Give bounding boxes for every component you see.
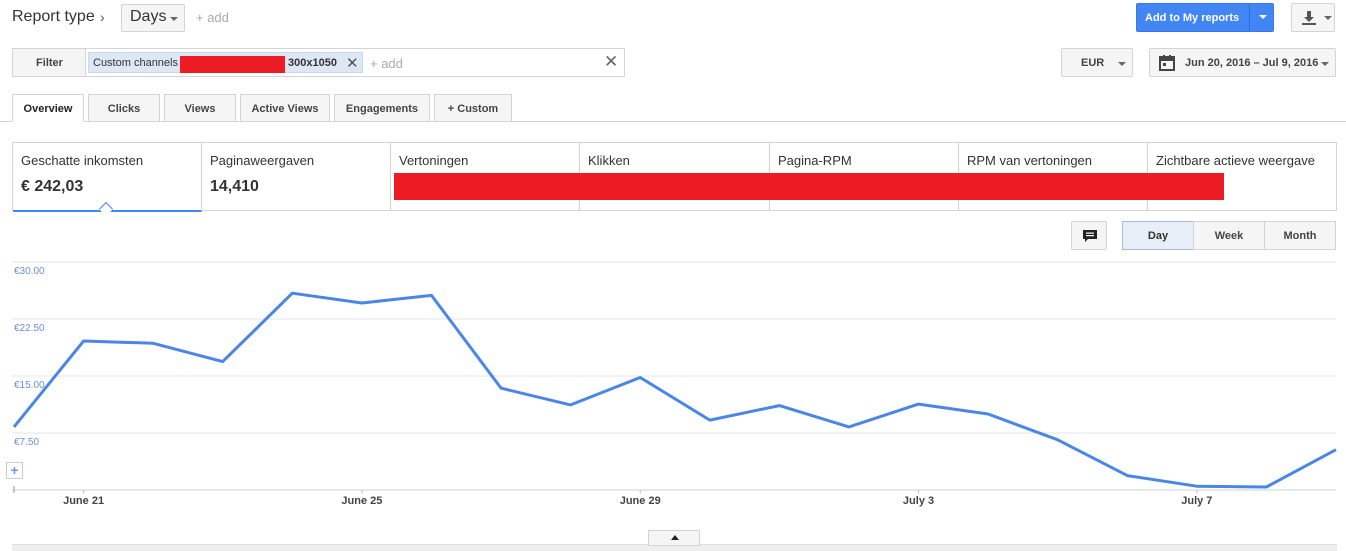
currency-dropdown[interactable]: EUR (1061, 48, 1133, 77)
y-tick-label: €15.00 (14, 380, 45, 391)
selected-notch (98, 201, 114, 217)
tab-clicks[interactable]: Clicks (88, 94, 160, 122)
y-tick-label: €30.00 (14, 266, 45, 277)
range-week-button[interactable]: Week (1193, 221, 1265, 250)
tab-views[interactable]: Views (164, 94, 236, 122)
date-range-label: Jun 20, 2016 – Jul 9, 2016 (1185, 57, 1319, 69)
y-tick-label: €7.50 (14, 437, 39, 448)
metric-estimated-earnings[interactable]: Geschatte inkomsten € 242,03 (13, 143, 202, 217)
date-range-picker[interactable]: Jun 20, 2016 – Jul 9, 2016 (1149, 48, 1336, 77)
currency-label: EUR (1081, 57, 1105, 69)
tab-custom[interactable]: + Custom (434, 94, 512, 122)
metric-name: Klikken (588, 153, 630, 168)
download-icon (1302, 11, 1316, 25)
filter-chip[interactable]: Custom channels 300x1050 ✕ (88, 52, 363, 73)
split-divider (1249, 4, 1250, 31)
x-tick-label: June 25 (341, 495, 382, 507)
x-tick-label: July 7 (1181, 495, 1212, 507)
calendar-icon (1159, 55, 1175, 71)
x-tick-label: June 29 (620, 495, 661, 507)
metric-name: Vertoningen (399, 153, 469, 168)
caret-down-icon (1321, 62, 1329, 66)
range-day-button[interactable]: Day (1122, 221, 1194, 250)
series-line (12, 291, 1337, 489)
metric-name: Paginaweergaven (210, 153, 315, 168)
metric-name: Zichtbare actieve weergave (1156, 153, 1315, 168)
filter-chip-size: 300x1050 (288, 57, 337, 69)
x-tick-label: June 21 (63, 495, 104, 507)
tab-overview[interactable]: Overview (12, 94, 84, 122)
add-to-my-reports-button[interactable]: Add to My reports (1136, 3, 1274, 32)
report-type-breadcrumb[interactable]: Report type (12, 8, 95, 26)
metric-name: Geschatte inkomsten (21, 153, 144, 168)
filter-button[interactable]: Filter (12, 48, 86, 77)
redaction-block (180, 56, 285, 73)
caret-down-icon[interactable] (1259, 15, 1267, 19)
zoom-plus-icon[interactable]: + (6, 462, 23, 479)
report-page: Report type › Days + add Add to My repor… (0, 0, 1346, 551)
y-tick-label: €22.50 (14, 323, 45, 334)
caret-down-icon (1324, 16, 1332, 20)
download-button[interactable] (1291, 3, 1335, 32)
clear-filter-icon[interactable]: ✕ (604, 52, 618, 72)
metric-name: Pagina-RPM (778, 153, 852, 168)
days-dropdown-label: Days (130, 8, 167, 25)
filter-add-link[interactable]: + add (370, 56, 403, 71)
metric-value: 14,410 (210, 178, 259, 195)
tab-active-views[interactable]: Active Views (240, 94, 330, 122)
metric-name: RPM van vertoningen (967, 153, 1093, 168)
metric-page-views[interactable]: Paginaweergaven 14,410 (202, 143, 391, 210)
metric-value: € 242,03 (21, 178, 84, 195)
range-month-button[interactable]: Month (1264, 221, 1336, 250)
x-tick-label: July 3 (903, 495, 934, 507)
caret-down-icon (170, 17, 178, 21)
remove-chip-icon[interactable]: ✕ (346, 54, 359, 72)
earnings-line-chart: €30.00 €22.50 €15.00 €7.50 June 21 June 25 Jun… (12, 261, 1337, 507)
caret-down-icon (1118, 62, 1126, 66)
tab-engagements[interactable]: Engagements (334, 94, 430, 122)
add-to-my-reports-label: Add to My reports (1145, 12, 1240, 24)
annotations-button[interactable] (1071, 221, 1107, 250)
filter-input-box[interactable]: Custom channels 300x1050 ✕ + add ✕ (85, 48, 625, 77)
caret-up-icon (671, 535, 679, 540)
add-dimension-link[interactable]: + add (196, 10, 229, 25)
collapse-chart-button[interactable] (648, 530, 700, 546)
filter-chip-label: Custom channels (93, 57, 178, 69)
redaction-block (394, 173, 1224, 200)
days-dropdown[interactable]: Days (121, 4, 185, 32)
chevron-right-icon: › (100, 9, 105, 25)
comment-icon (1083, 230, 1097, 242)
